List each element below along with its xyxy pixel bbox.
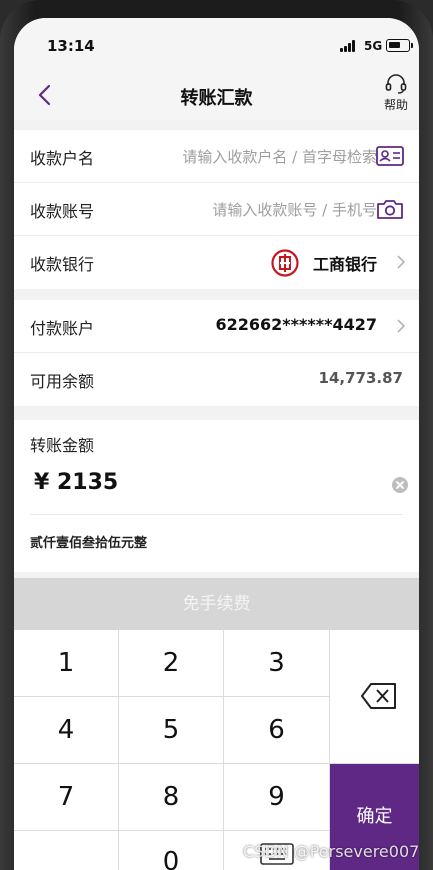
key-4[interactable]: 4: [14, 697, 118, 763]
headset-icon: [385, 74, 407, 94]
payee-bank-value: 工商银行: [312, 255, 377, 274]
payee-bank-row[interactable]: 收款银行 工商银行: [14, 236, 419, 289]
icbc-logo-icon: [271, 249, 299, 277]
key-blank: [14, 831, 118, 870]
signal-icon: [340, 40, 358, 52]
balance-label: 可用余额: [30, 372, 95, 391]
help-button[interactable]: 帮助: [378, 73, 414, 117]
payee-name-label: 收款户名: [30, 149, 95, 168]
balance-value: 14,773.87: [318, 369, 403, 387]
payee-name-input[interactable]: 请输入收款户名 / 首字母检索: [182, 146, 377, 167]
key-9[interactable]: 9: [224, 764, 329, 830]
payer-account-label: 付款账户: [30, 319, 95, 338]
key-8[interactable]: 8: [119, 764, 223, 830]
key-3[interactable]: 3: [224, 630, 329, 696]
amount-input[interactable]: ¥ 2135: [34, 470, 118, 495]
phone-frame: 13:14 5G 转账汇款 帮助 收款户名 请输入收款户名 / 首字母检索 收款…: [0, 0, 433, 870]
battery-icon: [386, 39, 413, 52]
payer-account-value: 622662******4427: [215, 315, 377, 334]
key-2[interactable]: 2: [119, 630, 223, 696]
payee-account-input[interactable]: 请输入收款账号 / 手机号: [212, 199, 377, 220]
status-bar: 13:14 5G: [14, 18, 419, 70]
key-0[interactable]: 0: [119, 831, 223, 870]
delete-key[interactable]: [330, 630, 419, 763]
payee-account-label: 收款账号: [30, 202, 95, 221]
payee-account-row[interactable]: 收款账号 请输入收款账号 / 手机号: [14, 183, 419, 236]
amount-card: 转账金额 ¥ 2135 贰仟壹佰叁拾伍元整: [14, 420, 419, 572]
nav-bar: 转账汇款 帮助: [14, 70, 419, 120]
camera-icon[interactable]: [375, 197, 405, 221]
amount-in-words: 贰仟壹佰叁拾伍元整: [30, 536, 148, 551]
balance-row: 可用余额 14,773.87: [14, 353, 419, 406]
clear-icon[interactable]: [392, 477, 408, 493]
key-6[interactable]: 6: [224, 697, 329, 763]
key-1[interactable]: 1: [14, 630, 118, 696]
divider: [30, 514, 403, 515]
page-title: 转账汇款: [180, 88, 253, 109]
app-screen: 13:14 5G 转账汇款 帮助 收款户名 请输入收款户名 / 首字母检索 收款…: [14, 18, 419, 870]
chevron-right-icon: [397, 319, 406, 333]
contact-card-icon[interactable]: [375, 144, 405, 168]
backspace-icon: [361, 683, 396, 709]
payer-card: 付款账户 622662******4427 可用余额 14,773.87: [14, 300, 419, 406]
payee-card: 收款户名 请输入收款户名 / 首字母检索 收款账号 请输入收款账号 / 手机号 …: [14, 130, 419, 289]
fee-free-button[interactable]: 免手续费: [14, 578, 419, 630]
key-7[interactable]: 7: [14, 764, 118, 830]
payee-name-row[interactable]: 收款户名 请输入收款户名 / 首字母检索: [14, 130, 419, 183]
watermark: CSDN @Persevere007: [243, 842, 420, 861]
help-label: 帮助: [383, 98, 408, 112]
key-5[interactable]: 5: [119, 697, 223, 763]
numeric-keypad: 1 2 3 4 5 6 7 8 9 确定 0: [14, 630, 419, 870]
payer-account-row[interactable]: 付款账户 622662******4427: [14, 300, 419, 353]
chevron-right-icon: [397, 255, 406, 269]
network-label: 5G: [364, 39, 383, 53]
amount-label: 转账金额: [30, 436, 95, 455]
payee-bank-label: 收款银行: [30, 255, 95, 274]
status-time: 13:14: [47, 37, 95, 55]
